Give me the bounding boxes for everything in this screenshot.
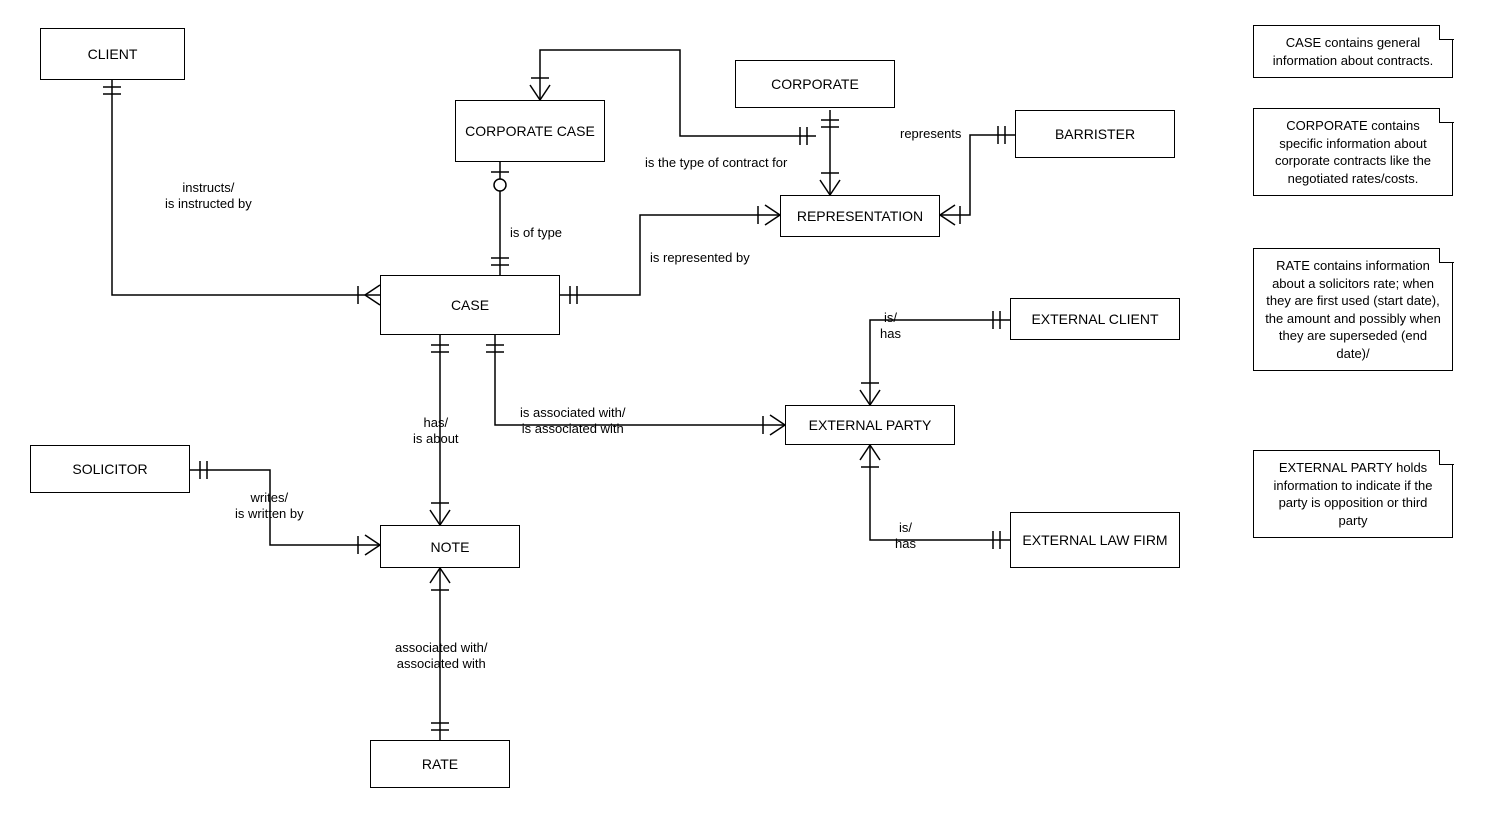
label-associated-ext: is associated with/is associated with xyxy=(520,405,626,438)
note-corporate: CORPORATE contains specific information … xyxy=(1253,108,1453,196)
label-represented-by: is represented by xyxy=(650,250,750,266)
entity-rate: RATE xyxy=(370,740,510,788)
label-writes: writes/is written by xyxy=(235,490,304,523)
entity-corporate-case: CORPORATE CASE xyxy=(455,100,605,162)
entity-solicitor: SOLICITOR xyxy=(30,445,190,493)
entity-external-party: EXTERNAL PARTY xyxy=(785,405,955,445)
label-instructs: instructs/is instructed by xyxy=(165,180,252,213)
note-case: CASE contains general information about … xyxy=(1253,25,1453,78)
entity-barrister: BARRISTER xyxy=(1015,110,1175,158)
label-is-has-ec: is/has xyxy=(880,310,901,343)
label-type-contract: is the type of contract for xyxy=(645,155,787,171)
label-assoc-rate: associated with/associated with xyxy=(395,640,488,673)
label-has-is-about: has/is about xyxy=(413,415,459,448)
entity-client: CLIENT xyxy=(40,28,185,80)
note-rate: RATE contains information about a solici… xyxy=(1253,248,1453,371)
label-is-has-elf: is/has xyxy=(895,520,916,553)
label-represents: represents xyxy=(900,126,961,142)
entity-corporate: CORPORATE xyxy=(735,60,895,108)
entity-case: CASE xyxy=(380,275,560,335)
entity-note: NOTE xyxy=(380,525,520,568)
entity-representation: REPRESENTATION xyxy=(780,195,940,237)
entity-external-client: EXTERNAL CLIENT xyxy=(1010,298,1180,340)
label-is-of-type: is of type xyxy=(510,225,562,241)
note-external-party: EXTERNAL PARTY holds information to indi… xyxy=(1253,450,1453,538)
entity-external-law-firm: EXTERNAL LAW FIRM xyxy=(1010,512,1180,568)
